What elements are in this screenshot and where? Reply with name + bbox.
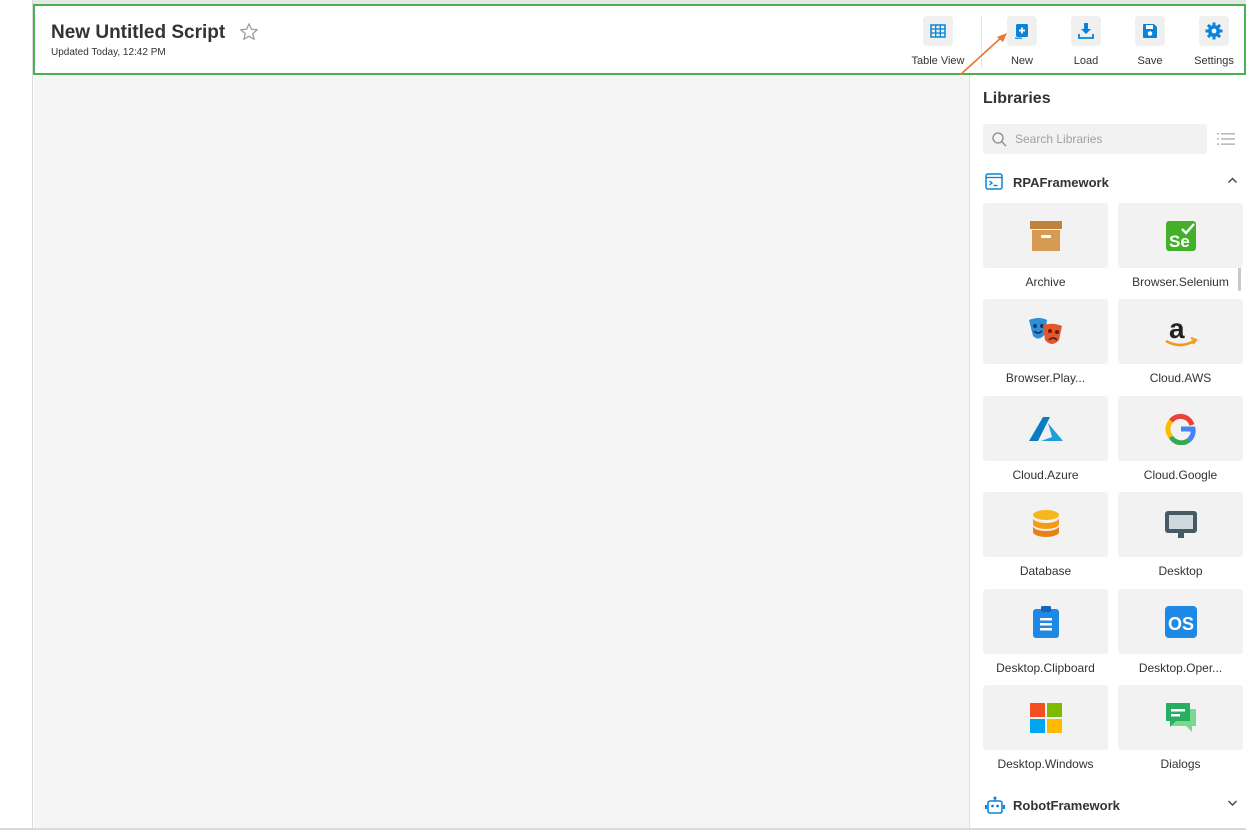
windows-icon [1029,702,1062,733]
libraries-title: Libraries [983,90,1051,107]
load-label: Load [1073,55,1099,67]
search-box[interactable] [983,124,1207,154]
section-label: RobotFramework [1013,798,1120,813]
gear-icon [1199,16,1229,46]
script-canvas[interactable] [34,75,969,828]
table-icon [923,16,953,46]
new-button[interactable]: New [989,16,1055,72]
archive-icon [1029,220,1062,251]
script-header: New Untitled Script Updated Today, 12:42… [33,4,1246,75]
table-view-label: Table View [911,55,965,67]
clipboard-icon [1032,605,1059,638]
library-card[interactable]: Cloud.Google [1118,396,1243,488]
library-card[interactable]: Desktop.Clipboard [983,589,1108,681]
load-button[interactable]: Load [1053,16,1119,72]
star-icon[interactable] [238,21,260,43]
new-label: New [1010,55,1033,67]
list-view-icon[interactable] [1217,131,1235,147]
save-label: Save [1137,55,1163,67]
download-icon [1071,16,1101,46]
library-card[interactable]: a Cloud.AWS [1118,299,1243,391]
libraries-panel: Libraries RPAFramework [969,75,1246,828]
settings-button[interactable]: Settings [1181,16,1246,72]
selenium-icon: Se [1165,220,1196,251]
library-card[interactable]: Dialogs [1118,685,1243,777]
library-card[interactable]: OS Desktop.Oper... [1118,589,1243,681]
search-input[interactable] [1015,124,1201,154]
chevron-up-icon[interactable] [1227,176,1238,184]
updated-timestamp: Updated Today, 12:42 PM [51,47,166,58]
toolbar-divider [981,16,982,68]
library-card[interactable]: Archive [983,203,1108,295]
terminal-icon [985,173,1003,190]
section-label: RPAFramework [1013,175,1109,190]
library-card[interactable]: Cloud.Azure [983,396,1108,488]
library-card[interactable]: Se Browser.Selenium [1118,203,1243,295]
database-icon [1032,509,1059,537]
os-icon: OS [1164,605,1197,638]
playwright-icon [1028,317,1062,344]
monitor-icon [1164,510,1197,538]
svg-text:Se: Se [1169,232,1190,251]
new-file-icon [1007,16,1037,46]
library-card[interactable]: Desktop.Windows [983,685,1108,777]
settings-label: Settings [1194,55,1234,67]
app-window: New Untitled Script Updated Today, 12:42… [0,0,1246,830]
robot-icon [985,796,1005,814]
left-gutter [0,0,33,830]
svg-text:OS: OS [1168,614,1194,634]
library-card[interactable]: Browser.Play... [983,299,1108,391]
page-title[interactable]: New Untitled Script [51,22,225,44]
google-icon [1165,413,1196,445]
svg-text:a: a [1169,314,1185,344]
chevron-down-icon[interactable] [1227,799,1238,807]
library-card[interactable]: Desktop [1118,492,1243,584]
table-view-button[interactable]: Table View [905,16,971,72]
amazon-icon: a [1164,314,1198,346]
chat-icon [1165,702,1196,732]
section-robotframework[interactable]: RobotFramework [983,793,1245,819]
section-rpaframework[interactable]: RPAFramework [983,170,1245,196]
azure-icon [1028,416,1063,441]
save-button[interactable]: Save [1117,16,1183,72]
search-icon [992,132,1007,147]
library-card[interactable]: Database [983,492,1108,584]
floppy-disk-icon [1135,16,1165,46]
